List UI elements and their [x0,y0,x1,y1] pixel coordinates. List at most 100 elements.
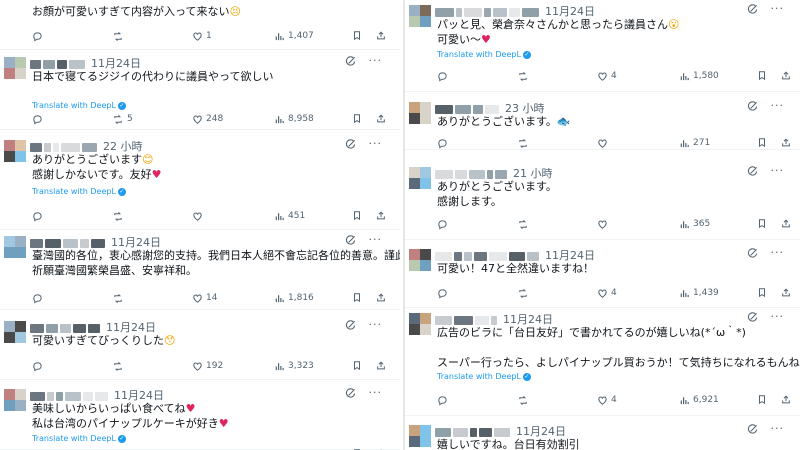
translate-with-deepl-link[interactable]: Translate with DeepL ✓ [32,187,126,196]
retweet-button[interactable] [517,392,532,408]
bookmark-button[interactable] [757,68,767,84]
avatar[interactable] [4,57,26,79]
bookmark-button[interactable] [757,285,767,301]
translate-with-deepl-link[interactable]: Translate with DeepL ✓ [32,101,126,110]
avatar[interactable] [409,5,431,27]
reply-button[interactable] [32,208,46,224]
share-button[interactable] [781,68,791,84]
like-button[interactable]: 192 [192,358,223,374]
translate-label[interactable]: Translate with DeepL [437,50,521,59]
translate-label[interactable]: Translate with DeepL [32,187,116,196]
bookmark-button[interactable] [352,446,362,450]
grok-icon[interactable] [746,312,758,324]
grok-icon[interactable] [746,424,758,436]
reply-tweet[interactable]: 11月24日 ··· 嬉しいですね。台日有効割引 [405,416,800,450]
more-options-icon[interactable]: ··· [369,318,383,331]
translate-with-deepl-link[interactable]: Translate with DeepL ✓ [437,50,531,59]
reply-button[interactable] [437,392,451,408]
views-button[interactable] [274,446,288,450]
share-button[interactable] [376,111,386,127]
like-button[interactable]: 4 [597,285,617,301]
reply-tweet[interactable]: 11月24日 ··· 可愛い！47と全然違いますね！ 4 1,439 [405,240,800,308]
bookmark-button[interactable] [757,216,767,232]
like-button[interactable]: 4 [597,392,617,408]
reply-tweet[interactable]: 11月24日 ··· 美味しいからいっぱい食べてね♥ 私は台湾のパイナップルケーキが好… [0,380,400,450]
more-options-icon[interactable]: ··· [369,137,383,150]
views-button[interactable]: 271 [679,135,710,151]
retweet-button[interactable] [517,135,532,151]
reply-tweet[interactable]: 22 小時 ··· ありがとうございます😊 感謝しかないです。友好♥ Translate… [0,130,400,230]
bookmark-button[interactable] [352,208,362,224]
reply-tweet[interactable]: 23 小時 ··· ありがとうございます。🐟 271 [405,92,800,150]
avatar[interactable] [4,321,26,343]
like-button[interactable] [192,446,206,450]
reply-button[interactable] [437,68,451,84]
share-button[interactable] [376,208,386,224]
grok-icon[interactable] [746,4,758,16]
views-button[interactable]: 1,407 [274,28,314,44]
views-button[interactable]: 451 [274,208,305,224]
translate-label[interactable]: Translate with DeepL [32,101,116,110]
reply-button[interactable] [32,358,46,374]
grok-icon[interactable] [344,388,356,400]
views-button[interactable]: 365 [679,216,710,232]
reply-tweet[interactable]: 21 小時 ··· ありがとうございます。 感謝します。 365 [405,150,800,240]
avatar[interactable] [4,389,26,411]
translate-label[interactable]: Translate with DeepL [437,372,521,381]
share-button[interactable] [376,358,386,374]
views-button[interactable]: 1,439 [679,285,719,301]
grok-icon[interactable] [746,248,758,260]
views-button[interactable]: 8,958 [274,111,314,127]
like-button[interactable]: 4 [597,68,617,84]
more-options-icon[interactable]: ··· [771,310,785,323]
share-button[interactable] [781,285,791,301]
bookmark-button[interactable] [757,135,767,151]
like-button[interactable]: 248 [192,111,223,127]
like-button[interactable]: 1 [192,28,212,44]
bookmark-button[interactable] [352,290,362,306]
more-options-icon[interactable]: ··· [771,422,785,435]
like-button[interactable] [597,216,611,232]
grok-icon[interactable] [344,139,356,151]
share-button[interactable] [376,28,386,44]
views-button[interactable]: 1,580 [679,68,719,84]
translate-with-deepl-link[interactable]: Translate with DeepL ✓ [32,434,126,443]
views-button[interactable]: 6,921 [679,392,719,408]
grok-icon[interactable] [344,235,356,247]
avatar[interactable] [409,425,431,447]
reply-button[interactable] [32,446,46,450]
reply-tweet[interactable]: 11月24日 ··· 可愛いすぎてびっくりした😯 192 3,323 [0,310,400,380]
retweet-button[interactable] [112,208,127,224]
reply-button[interactable] [437,135,451,151]
retweet-button[interactable] [112,28,127,44]
retweet-button[interactable] [112,290,127,306]
more-options-icon[interactable]: ··· [771,164,785,177]
grok-icon[interactable] [344,320,356,332]
more-options-icon[interactable]: ··· [771,246,785,259]
avatar[interactable] [409,167,431,189]
views-button[interactable]: 1,816 [274,290,314,306]
retweet-button[interactable] [517,68,532,84]
retweet-button[interactable] [517,216,532,232]
share-button[interactable] [781,392,791,408]
share-button[interactable] [781,135,791,151]
retweet-button[interactable]: 5 [112,111,133,127]
bookmark-button[interactable] [352,111,362,127]
reply-tweet[interactable]: 11月24日 ··· パッと見、榮倉奈々さんかと思ったら議員さん😮 可愛い～♥ Tran… [405,0,800,92]
grok-icon[interactable] [746,166,758,178]
more-options-icon[interactable]: ··· [369,233,383,246]
reply-button[interactable] [32,28,46,44]
translate-with-deepl-link[interactable]: Translate with DeepL ✓ [437,372,531,381]
bookmark-button[interactable] [352,358,362,374]
grok-icon[interactable] [746,101,758,113]
grok-icon[interactable] [344,56,356,68]
share-button[interactable] [376,446,386,450]
more-options-icon[interactable]: ··· [771,2,785,15]
avatar[interactable] [409,249,431,271]
reply-tweet[interactable]: お顔が可愛いすぎて内容が入って来ない😣 1 1,407 [0,0,400,50]
more-options-icon[interactable]: ··· [369,54,383,67]
retweet-button[interactable] [112,446,127,450]
retweet-button[interactable] [517,285,532,301]
avatar[interactable] [409,102,431,124]
more-options-icon[interactable]: ··· [771,99,785,112]
